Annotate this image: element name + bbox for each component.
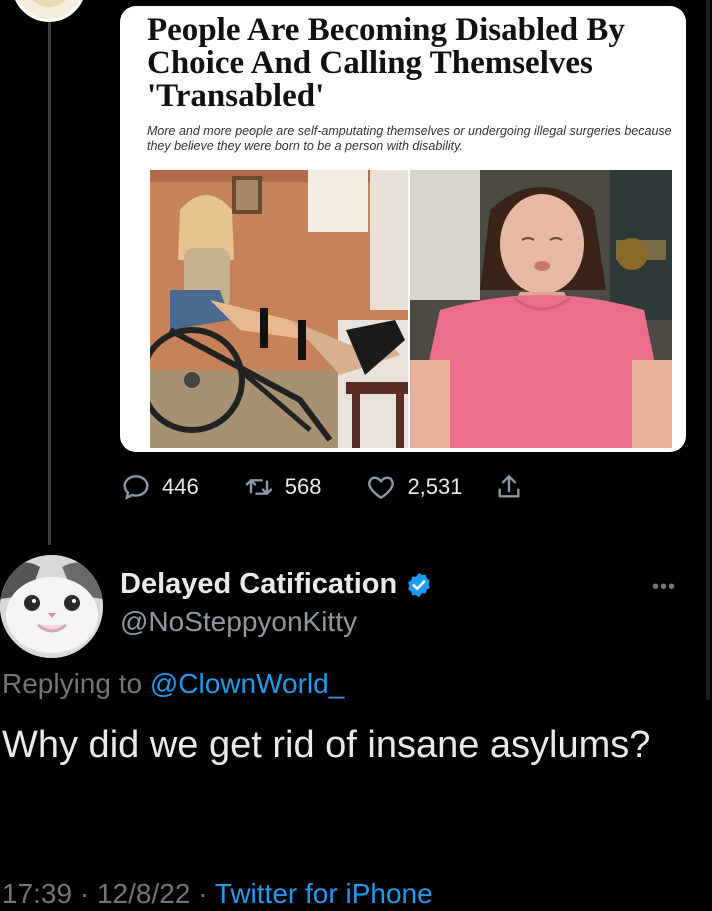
scrollbar[interactable] bbox=[706, 0, 710, 700]
replying-to-line: Replying to @ClownWorld_ bbox=[2, 668, 344, 700]
author-handle[interactable]: @NoSteppyonKitty bbox=[120, 606, 357, 638]
retweet-button[interactable]: 568 bbox=[243, 471, 322, 503]
more-icon[interactable]: ••• bbox=[652, 576, 676, 599]
reply-button[interactable]: 446 bbox=[120, 471, 199, 503]
quoted-author-avatar[interactable] bbox=[12, 0, 86, 22]
quoted-tweet-action-bar: 446 568 2,531 bbox=[120, 470, 569, 504]
tweet-date[interactable]: 12/8/22 bbox=[97, 878, 190, 909]
meta-separator: · bbox=[79, 878, 90, 909]
tweet-metadata: 17:39 · 12/8/22 · Twitter for iPhone bbox=[2, 878, 433, 910]
share-button[interactable] bbox=[493, 471, 525, 503]
reply-author-row: Delayed Catification bbox=[120, 568, 433, 601]
article-photo-woman-pink-shirt bbox=[410, 170, 672, 448]
reply-author-avatar[interactable] bbox=[0, 555, 103, 658]
author-display-name[interactable]: Delayed Catification bbox=[120, 568, 397, 601]
article-photo-wheelchair-woman bbox=[150, 170, 408, 448]
share-icon bbox=[493, 471, 525, 503]
tweet-time[interactable]: 17:39 bbox=[2, 878, 72, 909]
tweet-text: Why did we get rid of insane asylums? bbox=[2, 724, 651, 766]
replying-to-label: Replying to bbox=[2, 668, 143, 699]
tweet-source-link[interactable]: Twitter for iPhone bbox=[215, 878, 433, 909]
retweet-count: 568 bbox=[284, 474, 322, 499]
replying-to-mention-link[interactable]: @ClownWorld_ bbox=[150, 668, 344, 699]
like-count: 2,531 bbox=[407, 474, 463, 499]
thread-connector-line bbox=[48, 0, 51, 545]
reply-count: 446 bbox=[162, 474, 199, 499]
reply-icon bbox=[120, 471, 152, 503]
article-image-card[interactable]: People Are Becoming Disabled By Choice A… bbox=[120, 6, 686, 452]
heart-icon bbox=[365, 471, 397, 503]
retweet-icon bbox=[243, 471, 275, 503]
verified-badge-icon bbox=[405, 571, 433, 599]
like-button[interactable]: 2,531 bbox=[365, 471, 463, 503]
article-subheadline: More and more people are self-amputating… bbox=[147, 124, 672, 153]
meta-separator: · bbox=[198, 878, 208, 909]
article-headline: People Are Becoming Disabled By Choice A… bbox=[147, 12, 625, 114]
